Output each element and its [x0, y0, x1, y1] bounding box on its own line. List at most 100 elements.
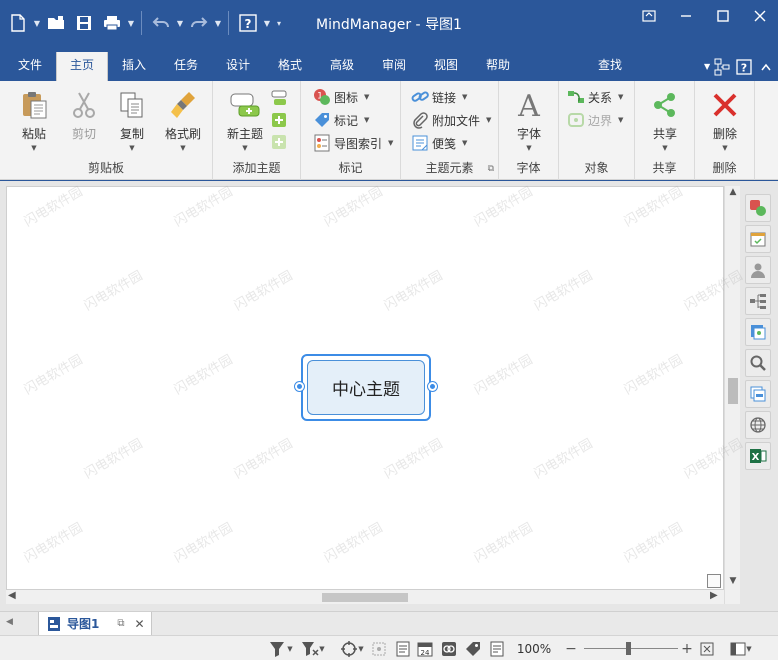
library-pane-icon[interactable]: [745, 318, 771, 346]
svg-text:?: ?: [741, 61, 747, 74]
cut-button[interactable]: 剪切: [62, 89, 106, 142]
restore-tab-icon[interactable]: ⧉: [117, 618, 124, 629]
new-topic-icon: [229, 89, 261, 121]
tab-view[interactable]: 视图: [424, 52, 468, 81]
vertical-scroll-thumb[interactable]: [728, 378, 738, 404]
scroll-up-icon[interactable]: ▲: [725, 187, 741, 197]
fit-view-icon[interactable]: [370, 639, 388, 658]
map-parts-icon[interactable]: [714, 58, 730, 76]
tab-task[interactable]: 任务: [164, 52, 208, 81]
help-icon[interactable]: ?: [234, 9, 262, 37]
boundary-button[interactable]: 边界 ▼: [567, 109, 623, 131]
minimize-icon[interactable]: [667, 0, 704, 32]
zoom-in-icon[interactable]: +: [680, 639, 694, 658]
doc-tab[interactable]: 导图1 ⧉ ✕: [38, 612, 152, 635]
markers-pane-icon[interactable]: [745, 194, 771, 222]
font-button[interactable]: A 字体 ▼: [507, 89, 551, 152]
share-button[interactable]: 共享 ▼: [643, 89, 687, 152]
icons-button[interactable]: 1 图标 ▼: [313, 86, 369, 108]
tab-design[interactable]: 设计: [216, 52, 260, 81]
horizontal-scroll-thumb[interactable]: [322, 593, 408, 602]
options-dropdown-icon[interactable]: ▼: [704, 62, 710, 71]
central-topic-selection[interactable]: 中心主题: [295, 354, 437, 421]
notes-button[interactable]: 便笺 ▼: [411, 132, 467, 154]
calendar-view-icon[interactable]: 24: [416, 639, 434, 658]
central-topic[interactable]: 中心主题: [307, 360, 425, 415]
zoom-out-icon[interactable]: −: [564, 639, 578, 658]
zoom-slider-track[interactable]: [584, 648, 678, 649]
vertical-scrollbar[interactable]: ▲ ▼: [724, 186, 740, 604]
tab-home[interactable]: 主页: [56, 52, 108, 81]
map-parts-pane-icon[interactable]: [745, 287, 771, 315]
notes-view-icon[interactable]: [488, 639, 506, 658]
ribbon-display-icon[interactable]: [630, 0, 667, 32]
browser-pane-icon[interactable]: [745, 411, 771, 439]
calendar-pane-icon[interactable]: [745, 225, 771, 253]
group-topic-elements: 链接 ▼ 附加文件 ▼ 便笺 ▼ ⧉ 主题元素: [401, 81, 499, 180]
filter-icon[interactable]: ▼: [268, 639, 294, 658]
copy-button[interactable]: 复制 ▼: [110, 89, 154, 152]
maximize-icon[interactable]: [704, 0, 741, 32]
new-file-icon[interactable]: [4, 9, 32, 37]
group-share: 共享 ▼ 共享: [635, 81, 695, 180]
scissors-icon: [68, 89, 100, 121]
layout-options-icon[interactable]: ▼: [728, 639, 754, 658]
tab-insert[interactable]: 插入: [112, 52, 156, 81]
relationship-icon: [568, 91, 584, 103]
close-tab-icon[interactable]: ✕: [135, 617, 145, 631]
tab-review[interactable]: 审阅: [372, 52, 416, 81]
horizontal-scrollbar[interactable]: ◀ ▶: [6, 590, 724, 604]
map-index-button[interactable]: 导图索引 ▼: [313, 132, 393, 154]
format-painter-button[interactable]: 格式刷 ▼: [158, 89, 208, 152]
open-folder-icon[interactable]: [42, 9, 70, 37]
help-dropdown-icon[interactable]: ▼: [262, 9, 272, 37]
new-topic-button[interactable]: 新主题 ▼: [221, 89, 269, 152]
save-icon[interactable]: [70, 9, 98, 37]
tab-advanced[interactable]: 高级: [320, 52, 364, 81]
tabs-scroll-left-icon[interactable]: ◀: [6, 617, 13, 627]
fit-map-icon[interactable]: [698, 639, 716, 658]
scroll-right-icon[interactable]: ▶: [710, 590, 718, 601]
redo-dropdown-icon[interactable]: ▼: [213, 9, 223, 37]
resources-pane-icon[interactable]: [745, 256, 771, 284]
new-dropdown-icon[interactable]: ▼: [32, 9, 42, 37]
customize-qat-icon[interactable]: ▾: [272, 9, 286, 37]
filter-options-icon[interactable]: ▼: [300, 639, 326, 658]
add-subtopic-button[interactable]: [271, 87, 287, 109]
map-doc-icon: [48, 616, 60, 631]
paste-button[interactable]: 粘贴 ▼: [12, 89, 56, 152]
attachment-button[interactable]: 附加文件 ▼: [411, 109, 491, 131]
copy-icon: [116, 89, 148, 121]
scroll-down-icon[interactable]: ▼: [725, 576, 741, 586]
fit-map-button[interactable]: [707, 574, 721, 588]
link-button[interactable]: 链接 ▼: [411, 86, 467, 108]
zoom-slider-thumb[interactable]: [626, 642, 631, 655]
undo-dropdown-icon[interactable]: ▼: [175, 9, 185, 37]
tab-help[interactable]: 帮助: [476, 52, 520, 81]
collapse-ribbon-icon[interactable]: [760, 62, 772, 72]
tab-file[interactable]: 文件: [8, 52, 52, 81]
tags-button[interactable]: 标记 ▼: [313, 109, 369, 131]
close-icon[interactable]: [741, 0, 778, 32]
tag-view-icon[interactable]: [464, 639, 482, 658]
focus-topic-icon[interactable]: ▼: [338, 639, 366, 658]
undo-icon[interactable]: [147, 9, 175, 37]
print-dropdown-icon[interactable]: ▼: [126, 9, 136, 37]
scroll-left-icon[interactable]: ◀: [8, 590, 16, 601]
help-box-icon[interactable]: ?: [736, 58, 752, 75]
relationship-button[interactable]: 关系 ▼: [567, 86, 623, 108]
tab-format[interactable]: 格式: [268, 52, 312, 81]
left-add-handle[interactable]: [295, 382, 304, 391]
excel-pane-icon[interactable]: X: [745, 442, 771, 470]
print-icon[interactable]: [98, 9, 126, 37]
add-floating-button[interactable]: [271, 131, 287, 153]
add-callout-button[interactable]: [271, 109, 287, 131]
tab-find[interactable]: 查找: [588, 52, 632, 81]
search-pane-icon[interactable]: [745, 349, 771, 377]
link-view-icon[interactable]: [440, 639, 458, 658]
outline-view-icon[interactable]: [394, 639, 412, 658]
delete-button[interactable]: 删除 ▼: [703, 89, 747, 152]
redo-icon[interactable]: [185, 9, 213, 37]
overview-pane-icon[interactable]: [745, 380, 771, 408]
right-add-handle[interactable]: [428, 382, 437, 391]
